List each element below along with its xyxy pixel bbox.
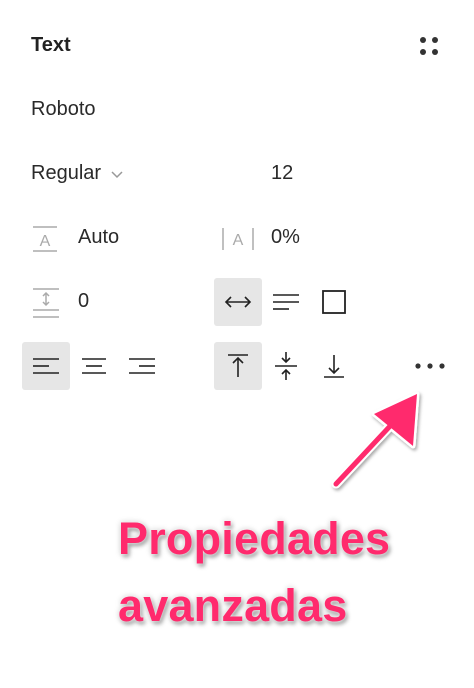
annotation-line-2: avanzadas bbox=[118, 580, 348, 631]
align-bottom-icon bbox=[324, 355, 344, 378]
auto-width-icon bbox=[224, 296, 252, 308]
align-left-button[interactable] bbox=[22, 342, 70, 390]
letter-spacing-input[interactable]: 0% bbox=[271, 226, 300, 249]
chevron-down-icon bbox=[111, 170, 123, 178]
svg-text:A: A bbox=[233, 232, 244, 249]
line-height-icon: A bbox=[33, 226, 57, 252]
line-height-input[interactable]: Auto bbox=[78, 226, 119, 249]
font-family-select[interactable]: Roboto bbox=[31, 98, 96, 121]
align-right-button[interactable] bbox=[118, 342, 166, 390]
annotation-line-1: Propiedades bbox=[118, 513, 391, 564]
align-center-icon bbox=[82, 358, 106, 374]
align-left-icon bbox=[33, 358, 59, 374]
align-middle-icon bbox=[275, 352, 297, 380]
auto-height-icon bbox=[273, 294, 299, 310]
align-right-icon bbox=[129, 358, 155, 374]
fixed-size-button[interactable] bbox=[310, 278, 358, 326]
auto-height-button[interactable] bbox=[262, 278, 310, 326]
four-dots-icon[interactable] bbox=[419, 36, 439, 56]
align-top-icon bbox=[228, 354, 248, 377]
font-weight-select[interactable]: Regular bbox=[31, 162, 125, 185]
paragraph-spacing-icon bbox=[33, 288, 59, 318]
svg-text:A: A bbox=[40, 233, 51, 250]
paragraph-spacing-input[interactable]: 0 bbox=[78, 290, 89, 313]
section-title: Text bbox=[31, 34, 71, 56]
auto-width-button[interactable] bbox=[214, 278, 262, 326]
align-center-button[interactable] bbox=[70, 342, 118, 390]
align-top-button[interactable] bbox=[214, 342, 262, 390]
font-weight-label: Regular bbox=[31, 162, 102, 184]
font-size-input[interactable]: 12 bbox=[271, 162, 293, 185]
align-middle-button[interactable] bbox=[262, 342, 310, 390]
letter-spacing-icon: A bbox=[222, 228, 254, 250]
annotation-arrow bbox=[331, 391, 420, 489]
more-horizontal-icon[interactable] bbox=[412, 352, 448, 380]
fixed-size-icon bbox=[322, 290, 346, 314]
